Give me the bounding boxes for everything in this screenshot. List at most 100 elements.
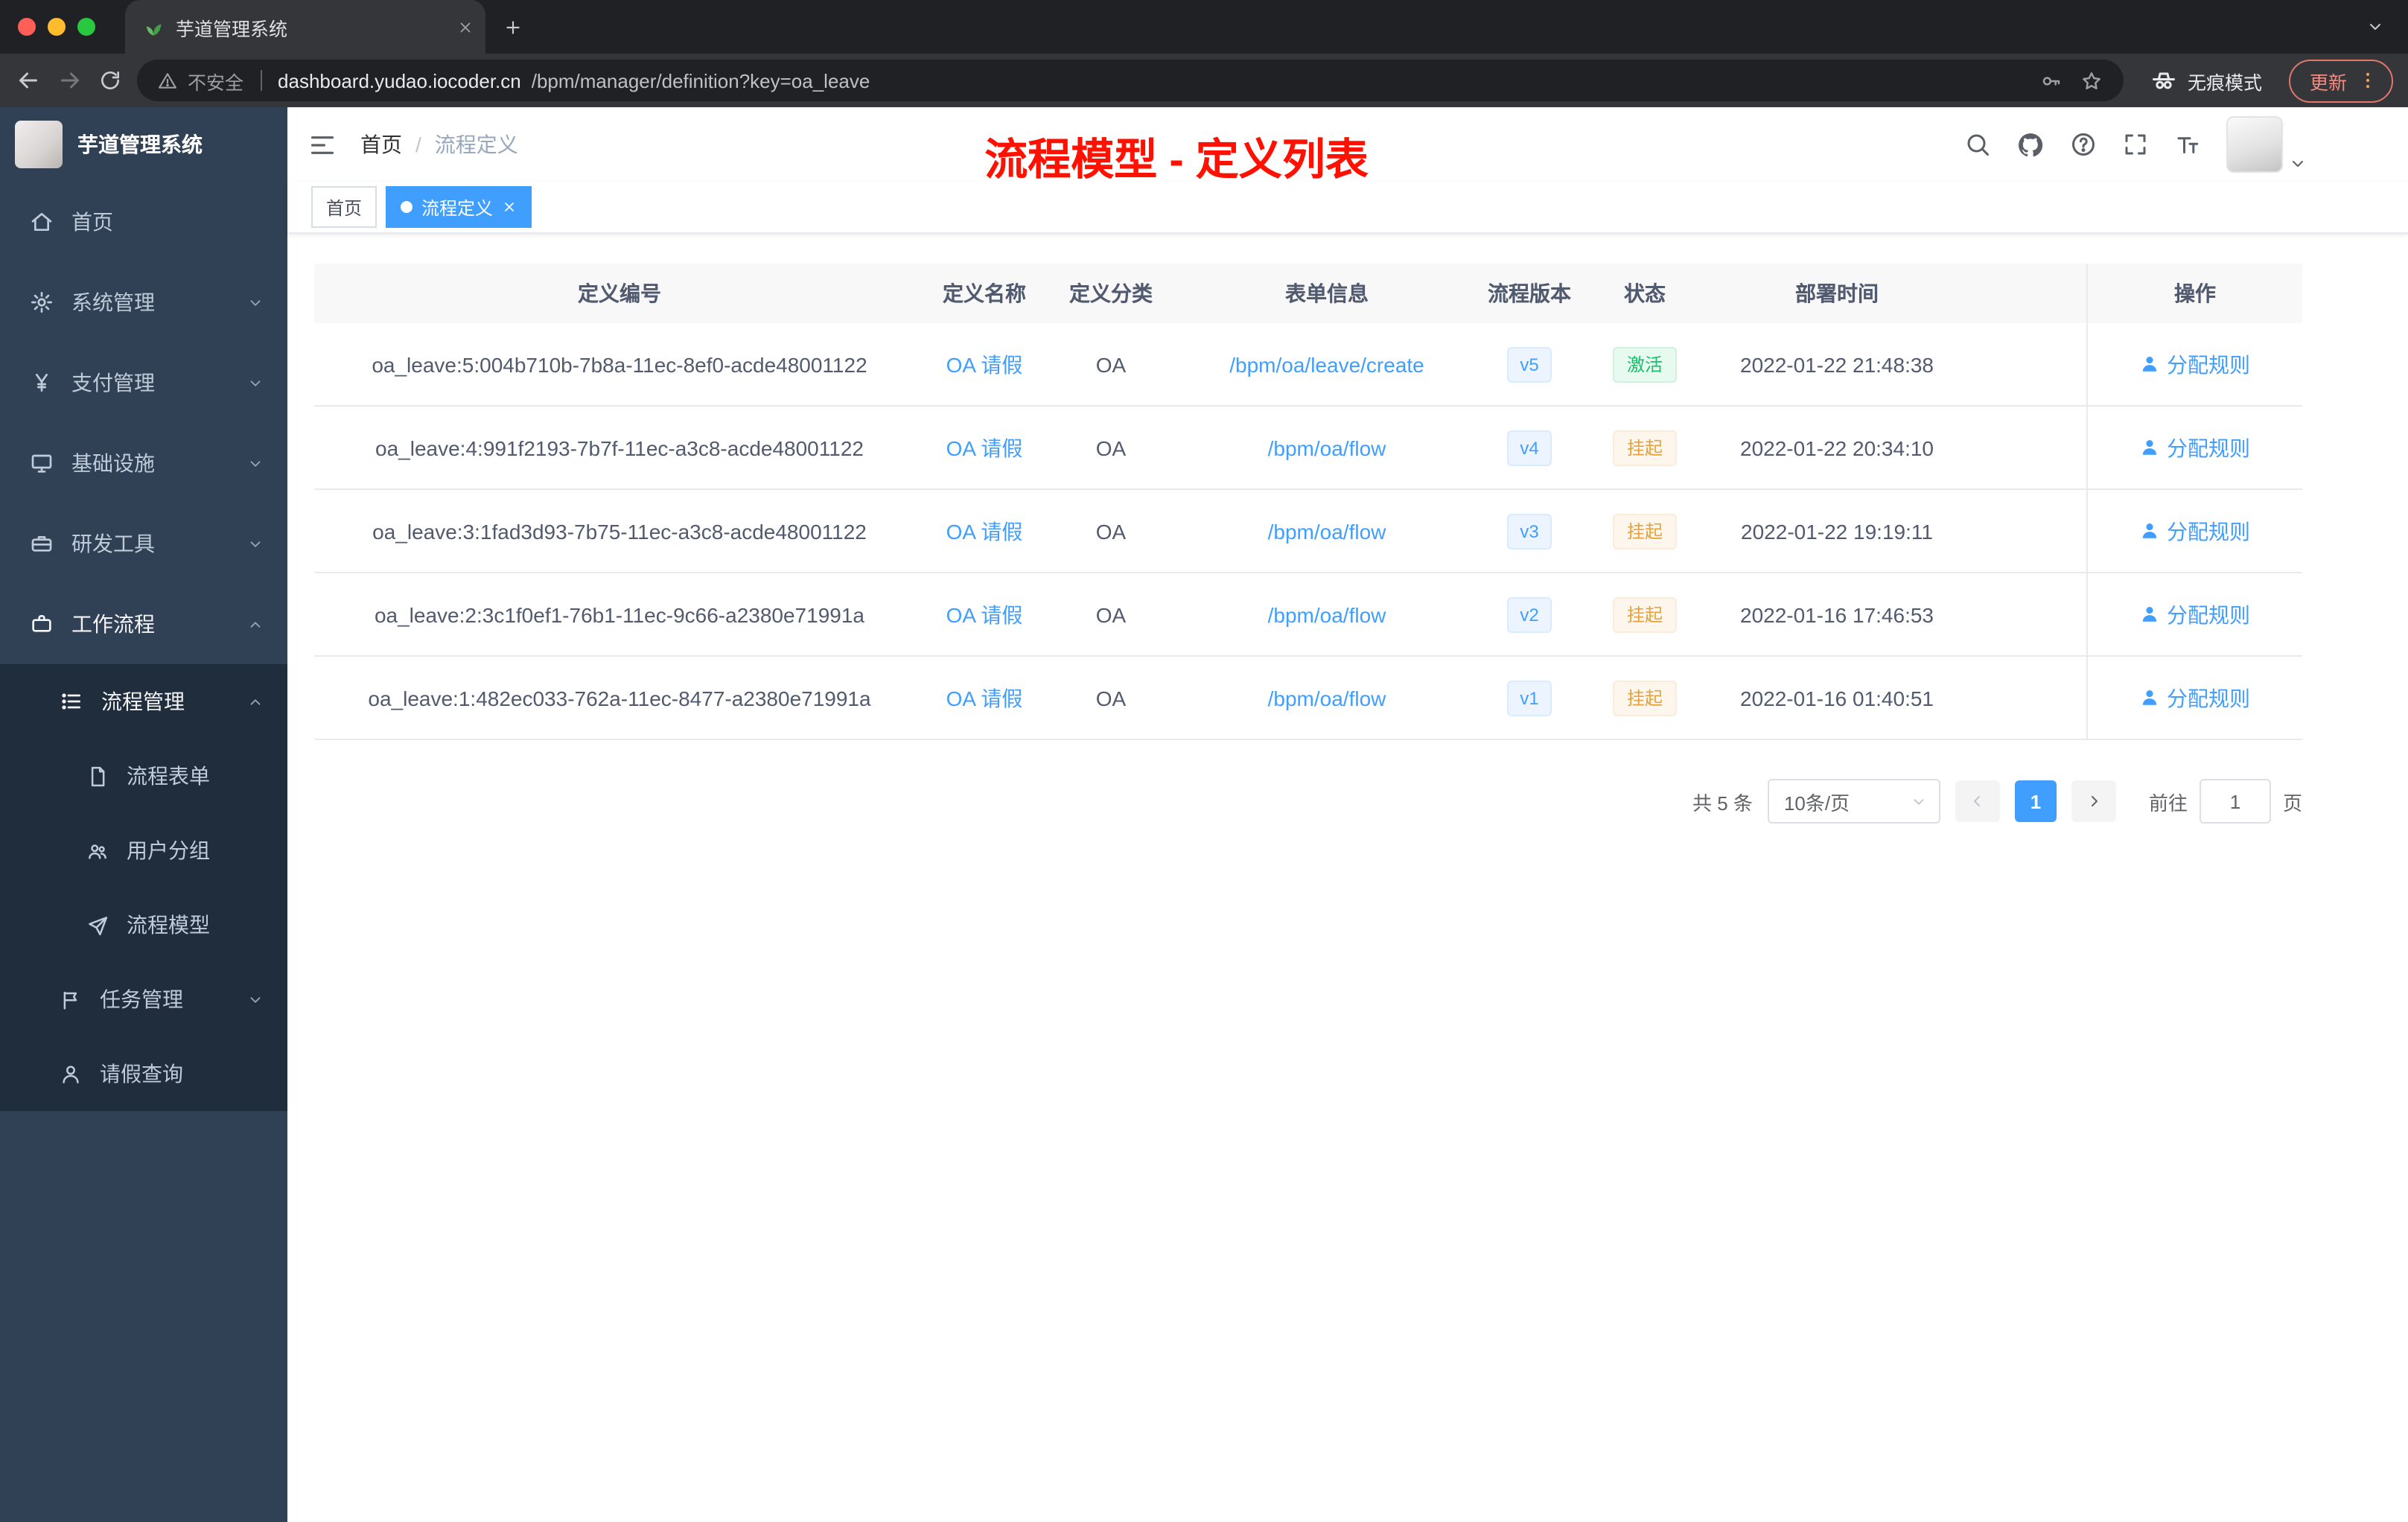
person-icon xyxy=(2142,357,2157,372)
minimize-window-button[interactable] xyxy=(48,18,66,36)
sidebar-item-process-model[interactable]: 流程模型 xyxy=(0,888,287,962)
reload-icon[interactable] xyxy=(98,69,122,92)
tag-process-definition[interactable]: 流程定义 xyxy=(386,186,532,228)
status-badge: 挂起 xyxy=(1613,596,1676,632)
column-header: 操作 xyxy=(2086,264,2302,323)
bookmark-star-icon[interactable] xyxy=(2080,69,2103,92)
password-key-icon[interactable] xyxy=(2040,69,2063,92)
forward-icon[interactable] xyxy=(57,67,83,94)
sidebar-item-system[interactable]: 系统管理 xyxy=(0,262,287,343)
github-icon[interactable] xyxy=(2016,130,2045,159)
definition-id: oa_leave:4:991f2193-7b7f-11ec-a3c8-acde4… xyxy=(375,436,864,459)
chevron-down-icon xyxy=(250,541,261,547)
column-header: 定义分类 xyxy=(1069,281,1153,305)
form-link[interactable]: /bpm/oa/flow xyxy=(1268,602,1386,626)
avatar[interactable] xyxy=(2226,116,2283,173)
sidebar-item-home[interactable]: 首页 xyxy=(0,182,287,262)
form-link[interactable]: /bpm/oa/flow xyxy=(1268,519,1386,543)
url-divider xyxy=(260,70,262,91)
tab-search-chevron-icon[interactable] xyxy=(2366,18,2384,36)
sidebar-item-label: 工作流程 xyxy=(71,612,155,636)
security-label[interactable]: 不安全 xyxy=(188,66,243,95)
browser-update-button[interactable]: 更新 xyxy=(2288,59,2393,102)
tab-title: 芋道管理系统 xyxy=(176,19,288,39)
zoom-window-button[interactable] xyxy=(77,18,95,36)
active-dot xyxy=(401,201,413,213)
form-link[interactable]: /bpm/oa/flow xyxy=(1268,686,1386,710)
definition-id: oa_leave:5:004b710b-7b8a-11ec-8ef0-acde4… xyxy=(372,352,867,376)
sidebar-item-label: 任务管理 xyxy=(100,987,183,1011)
chevron-down-icon xyxy=(250,996,261,1002)
form-link[interactable]: /bpm/oa/leave/create xyxy=(1229,352,1424,376)
column-header: 流程版本 xyxy=(1488,281,1571,305)
version-badge: v4 xyxy=(1506,430,1552,465)
list-icon xyxy=(62,693,80,710)
gear-icon xyxy=(31,292,52,313)
sidebar-item-task-management[interactable]: 任务管理 xyxy=(0,962,287,1037)
help-icon[interactable] xyxy=(2070,131,2097,158)
sidebar-item-workflow[interactable]: 工作流程 xyxy=(0,584,287,664)
new-tab-button[interactable] xyxy=(503,17,523,36)
search-icon[interactable] xyxy=(1964,131,1991,158)
sidebar-item-payment[interactable]: 支付管理 xyxy=(0,343,287,423)
users-icon xyxy=(89,844,106,859)
sidebar-item-process-form[interactable]: 流程表单 xyxy=(0,739,287,813)
deploy-time: 2022-01-16 01:40:51 xyxy=(1740,686,1934,710)
definition-name-link[interactable]: OA 请假 xyxy=(946,519,1023,543)
tag-label: 流程定义 xyxy=(421,197,494,218)
browser-toolbar: 不安全 dashboard.yudao.iocoder.cn /bpm/mana… xyxy=(0,54,2408,107)
deploy-time: 2022-01-16 17:46:53 xyxy=(1740,602,1934,626)
definition-name-link[interactable]: OA 请假 xyxy=(946,602,1023,626)
collapse-sidebar-icon[interactable] xyxy=(308,130,337,159)
not-secure-warning-icon[interactable] xyxy=(158,71,177,90)
monitor-icon xyxy=(31,454,52,473)
prev-page-button[interactable] xyxy=(1955,780,2000,822)
definition-name-link[interactable]: OA 请假 xyxy=(946,686,1023,710)
user-menu[interactable] xyxy=(2226,116,2307,173)
assign-rule-link[interactable]: 分配规则 xyxy=(2140,516,2250,546)
sidebar-item-leave-query[interactable]: 请假查询 xyxy=(0,1037,287,1111)
site-favicon xyxy=(146,24,162,36)
chevron-down-icon xyxy=(250,380,261,386)
tag-home[interactable]: 首页 xyxy=(311,186,378,228)
breadcrumb-home[interactable]: 首页 xyxy=(360,130,402,159)
assign-rule-link[interactable]: 分配规则 xyxy=(2140,683,2250,713)
fullscreen-icon[interactable] xyxy=(2122,131,2149,158)
browser-tab-strip: 芋道管理系统 xyxy=(0,0,2408,54)
home-icon xyxy=(31,213,52,231)
assign-rule-link[interactable]: 分配规则 xyxy=(2140,599,2250,629)
total-count: 共 5 条 xyxy=(1692,792,1753,814)
sidebar-item-process-management[interactable]: 流程管理 xyxy=(0,664,287,739)
column-header: 状态 xyxy=(1624,281,1666,305)
sidebar-item-label: 用户分组 xyxy=(127,838,210,862)
font-size-icon[interactable] xyxy=(2174,131,2201,158)
app-logo[interactable]: 芋道管理系统 xyxy=(0,107,287,182)
browser-menu-icon[interactable] xyxy=(2357,70,2378,91)
deploy-time: 2022-01-22 20:34:10 xyxy=(1740,436,1934,459)
back-icon[interactable] xyxy=(15,67,42,94)
assign-rule-link[interactable]: 分配规则 xyxy=(2140,433,2250,462)
assign-rule-link[interactable]: 分配规则 xyxy=(2140,349,2250,379)
current-page-button[interactable]: 1 xyxy=(2014,780,2057,822)
sidebar-item-infrastructure[interactable]: 基础设施 xyxy=(0,423,287,503)
sidebar-item-dev-tools[interactable]: 研发工具 xyxy=(0,503,287,584)
definition-name-link[interactable]: OA 请假 xyxy=(946,436,1023,459)
url-host: dashboard.yudao.iocoder.cn xyxy=(278,69,521,92)
close-tag-icon[interactable] xyxy=(502,200,517,214)
page-size-select[interactable]: 10条/页 xyxy=(1767,779,1940,824)
next-page-button[interactable] xyxy=(2071,780,2116,822)
annotation-title: 流程模型 - 定义列表 xyxy=(984,137,1369,185)
definition-name-link[interactable]: OA 请假 xyxy=(946,352,1023,376)
table-row: oa_leave:3:1fad3d93-7b75-11ec-a3c8-acde4… xyxy=(314,490,2302,573)
sidebar-item-label: 流程表单 xyxy=(127,764,210,788)
close-window-button[interactable] xyxy=(18,18,36,36)
address-bar[interactable]: 不安全 dashboard.yudao.iocoder.cn /bpm/mana… xyxy=(137,60,2124,101)
definition-category: OA xyxy=(1095,352,1127,376)
column-header: 部署时间 xyxy=(1795,281,1879,305)
sidebar-item-user-group[interactable]: 用户分组 xyxy=(0,813,287,888)
goto-page-input[interactable] xyxy=(2199,779,2271,824)
column-header: 表单信息 xyxy=(1285,281,1369,305)
browser-tab[interactable]: 芋道管理系统 xyxy=(125,0,485,54)
form-link[interactable]: /bpm/oa/flow xyxy=(1268,436,1386,459)
close-tab-icon[interactable] xyxy=(457,19,474,35)
